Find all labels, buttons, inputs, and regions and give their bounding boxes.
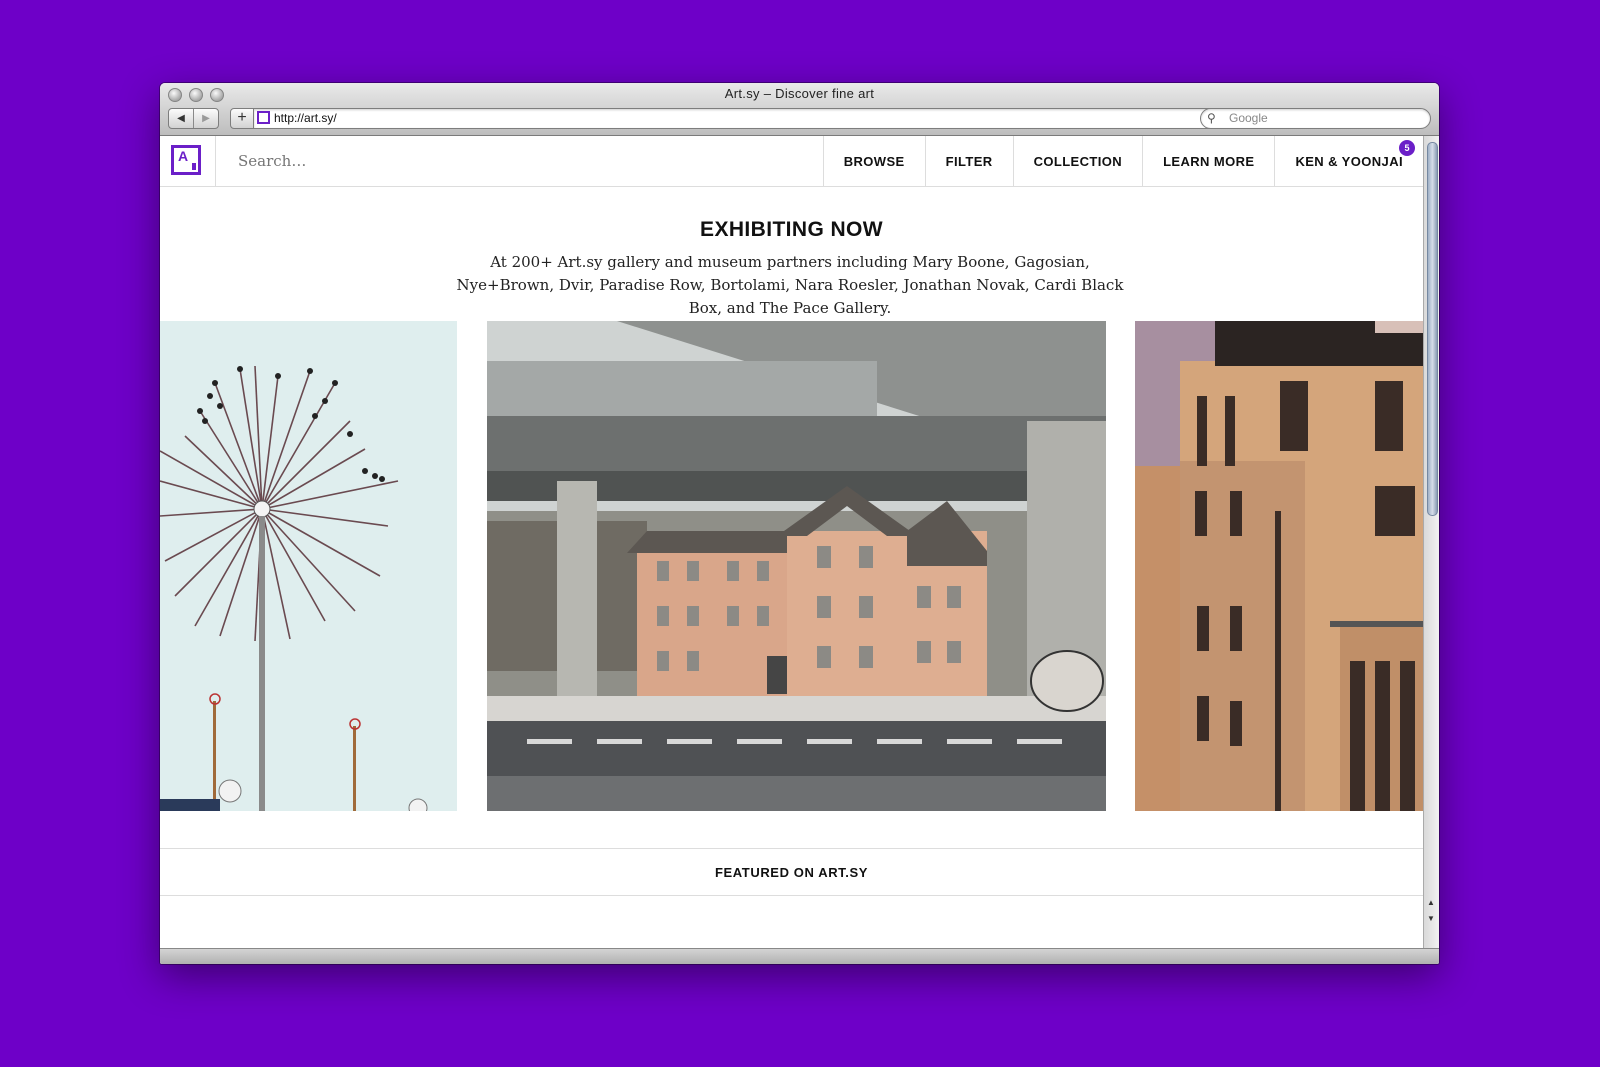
address-bar[interactable]: http://art.sy/ ↻: [253, 108, 1353, 129]
site-header: A BROWSE FILTER COLLECTION LEARN MORE KE…: [160, 136, 1423, 187]
status-bar: [160, 948, 1439, 964]
browser-search-placeholder: Google: [1229, 111, 1268, 125]
artsy-logo[interactable]: A: [171, 145, 201, 175]
back-button[interactable]: ◀: [169, 109, 193, 128]
notification-badge: 5: [1399, 140, 1415, 156]
user-name: KEN & YOONJAI: [1295, 154, 1403, 169]
house-artwork-graphic: [487, 321, 1106, 811]
window-title: Art.sy – Discover fine art: [724, 86, 875, 101]
url-text[interactable]: http://art.sy/: [274, 111, 337, 125]
scrollbar-thumb[interactable]: [1427, 142, 1438, 516]
nav-browse[interactable]: BROWSE: [822, 136, 925, 186]
logo-letter: A: [178, 148, 189, 164]
header-divider: [215, 136, 216, 186]
scroll-up-arrow-icon[interactable]: ▲: [1427, 898, 1435, 907]
artwork-image-building[interactable]: [1135, 321, 1423, 811]
site-search-input[interactable]: [236, 151, 540, 171]
nav-user-menu[interactable]: KEN & YOONJAI 5: [1274, 136, 1423, 186]
add-bookmark-button[interactable]: +: [230, 108, 254, 129]
featured-heading: FEATURED ON ART.SY: [160, 848, 1423, 896]
nav-filter[interactable]: FILTER: [924, 136, 1013, 186]
nav-learn-more[interactable]: LEARN MORE: [1142, 136, 1274, 186]
lamp-artwork-graphic: [160, 321, 457, 811]
browser-search-field[interactable]: ⚲ Google: [1200, 108, 1431, 129]
nav-collection[interactable]: COLLECTION: [1012, 136, 1143, 186]
site-favicon-icon: [257, 111, 270, 124]
vertical-scrollbar[interactable]: ▲ ▼: [1423, 136, 1439, 948]
browser-window: Art.sy – Discover fine art ◀ ▶ + http://…: [160, 83, 1439, 964]
web-page: A BROWSE FILTER COLLECTION LEARN MORE KE…: [160, 136, 1423, 948]
artwork-image-lamp[interactable]: [160, 321, 457, 811]
history-buttons: ◀ ▶: [168, 108, 219, 129]
main-nav: BROWSE FILTER COLLECTION LEARN MORE KEN …: [822, 136, 1423, 186]
artwork-image-house[interactable]: [487, 321, 1106, 811]
browser-chrome: Art.sy – Discover fine art ◀ ▶ + http://…: [160, 83, 1439, 136]
section-description: At 200+ Art.sy gallery and museum partne…: [456, 253, 1124, 317]
section-title: EXHIBITING NOW: [700, 218, 883, 241]
search-icon: ⚲: [1207, 111, 1216, 125]
building-artwork-graphic: [1135, 321, 1423, 811]
logo-mark: [192, 163, 196, 170]
scroll-down-arrow-icon[interactable]: ▼: [1427, 914, 1435, 923]
forward-button[interactable]: ▶: [193, 109, 218, 128]
